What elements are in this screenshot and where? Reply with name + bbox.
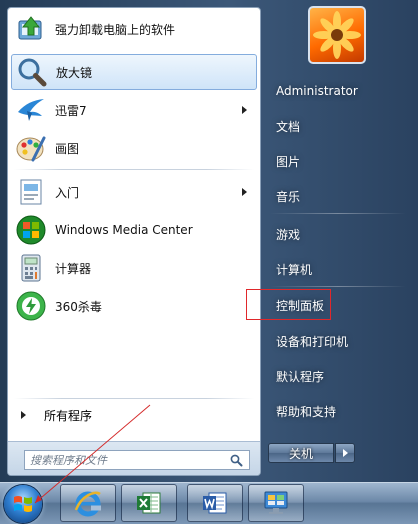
annotation-arrow — [34, 404, 151, 504]
